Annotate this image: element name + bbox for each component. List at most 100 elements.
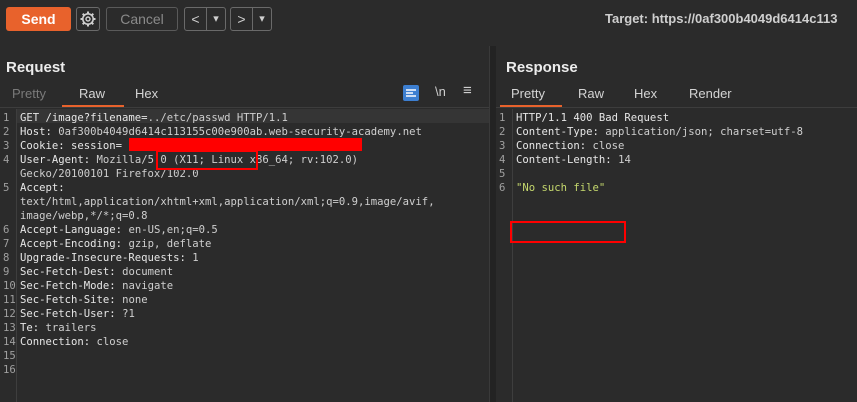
toolbar: Send Cancel < ▾ > ▾ Target: https://0af3… [0,0,857,38]
tab-pretty[interactable]: Pretty [511,86,545,101]
code-line: 3 Connection: close [496,139,857,153]
line-text: image/webp,*/*;q=0.8 [20,209,148,223]
line-value: gzip, deflate [128,238,212,250]
tab-pretty[interactable]: Pretty [12,86,46,101]
line-value: application/json; charset=utf-8 [605,126,804,138]
line-text: Connection: close [20,335,128,349]
line-value: ../etc/passwd HTTP/1.1 [147,112,288,124]
line-key: GET /image?filename= [20,112,148,124]
back-history-dropdown[interactable]: ▾ [207,8,225,30]
tab-hex[interactable]: Hex [634,86,657,101]
line-value: close [96,336,129,348]
line-text: Accept: [20,181,65,195]
code-line: 7 Accept-Encoding: gzip, deflate [0,237,489,251]
code-line: 2 Host: 0af300b4049d6414c113155c00e900ab.… [0,125,489,139]
line-key: Cookie: session= [20,140,123,152]
line-key: Sec-Fetch-Dest: [20,266,123,278]
line-value: "No such file" [516,182,606,194]
code-line: text/html,application/xhtml+xml,applicat… [0,195,489,209]
line-value: none [122,294,148,306]
line-key: Upgrade-Insecure-Requests: [20,252,193,264]
line-number: 2 [3,126,10,138]
line-text: Cookie: session= [20,139,122,153]
highlighted-path-traversal [156,150,258,170]
code-line: 5 Accept: [0,181,489,195]
line-key: User-Agent: [20,154,97,166]
line-number: 1 [499,112,506,124]
line-value: close [592,140,625,152]
target-url[interactable]: Target: https://0af300b4049d6414c113 [605,11,837,26]
response-editor[interactable]: 1 HTTP/1.1 400 Bad Request 2 Content-Type: … [496,109,857,402]
settings-button[interactable] [76,7,100,31]
line-number: 16 [3,364,16,376]
line-text: Content-Length: 14 [516,153,631,167]
back-nav-group: < ▾ [184,7,226,31]
line-text: Sec-Fetch-Dest: document [20,265,173,279]
line-text: HTTP/1.1 400 Bad Request [516,111,669,125]
line-value: 1 [192,252,199,264]
line-number: 12 [3,308,16,320]
line-text: Sec-Fetch-Mode: navigate [20,279,173,293]
forward-button[interactable]: > [231,8,252,30]
line-number: 14 [3,336,16,348]
line-number: 3 [3,140,10,152]
line-value: navigate [122,280,174,292]
line-value: document [122,266,174,278]
line-value: trailers [45,322,97,334]
request-editor[interactable]: 1 GET /image?filename=../etc/passwd HTTP/… [0,109,489,402]
actions-icon[interactable] [403,85,419,101]
line-key: Connection: [516,140,593,152]
tab-render[interactable]: Render [689,86,732,101]
menu-icon[interactable]: ≡ [463,82,472,99]
code-line: 5 [496,167,857,181]
code-line: 8 Upgrade-Insecure-Requests: 1 [0,251,489,265]
line-text: Accept-Encoding: gzip, deflate [20,237,211,251]
line-text: GET /image?filename=../etc/passwd HTTP/1… [20,111,288,125]
tab-hex[interactable]: Hex [135,86,158,101]
line-number: 1 [3,112,10,124]
line-text: "No such file" [516,181,605,195]
line-text: Sec-Fetch-Site: none [20,293,148,307]
tab-raw[interactable]: Raw [578,86,604,101]
code-line: 2 Content-Type: application/json; charset… [496,125,857,139]
tab-raw[interactable]: Raw [79,86,105,101]
forward-history-dropdown[interactable]: ▾ [253,8,271,30]
line-number: 6 [499,182,506,194]
line-number: 7 [3,238,10,250]
line-number: 15 [3,350,16,362]
code-line: 1 GET /image?filename=../etc/passwd HTTP/… [0,111,489,125]
line-text: Upgrade-Insecure-Requests: 1 [20,251,199,265]
line-key: Accept: [20,182,65,194]
code-line: 6 Accept-Language: en-US,en;q=0.5 [0,223,489,237]
forward-nav-group: > ▾ [230,7,272,31]
code-line: 16 [0,363,489,377]
gear-icon [80,11,96,27]
line-value: 0af300b4049d6414c113155c00e900ab.web-sec… [58,126,422,138]
line-text: Content-Type: application/json; charset=… [516,125,803,139]
line-text: Te: trailers [20,321,97,335]
line-key: Sec-Fetch-Site: [20,294,123,306]
line-key: Host: [20,126,59,138]
newline-toggle[interactable]: \n [435,84,446,99]
line-number: 5 [3,182,10,194]
response-panel: Response Pretty Raw Hex Render 1 HTTP/1.1… [496,46,857,402]
line-key: Content-Length: [516,154,619,166]
line-number: 13 [3,322,16,334]
line-key: HTTP/1.1 400 Bad Request [516,112,670,124]
line-number: 4 [499,154,506,166]
response-tabs: Pretty Raw Hex Render [496,86,857,107]
cancel-button[interactable]: Cancel [106,7,178,31]
request-panel: Request Pretty Raw Hex \n ≡ 1 GET /image?… [0,46,489,402]
line-key: Connection: [20,336,97,348]
line-value: text/html,application/xhtml+xml,applicat… [20,196,435,208]
line-number: 2 [499,126,506,138]
highlighted-error-message [510,221,626,243]
line-key: Sec-Fetch-Mode: [20,280,123,292]
line-text: Host: 0af300b4049d6414c113155c00e900ab.w… [20,125,422,139]
back-button[interactable]: < [185,8,206,30]
line-key: Sec-Fetch-User: [20,308,123,320]
line-number: 6 [3,224,10,236]
line-number: 8 [3,252,10,264]
send-button[interactable]: Send [6,7,71,31]
line-key: Content-Type: [516,126,606,138]
